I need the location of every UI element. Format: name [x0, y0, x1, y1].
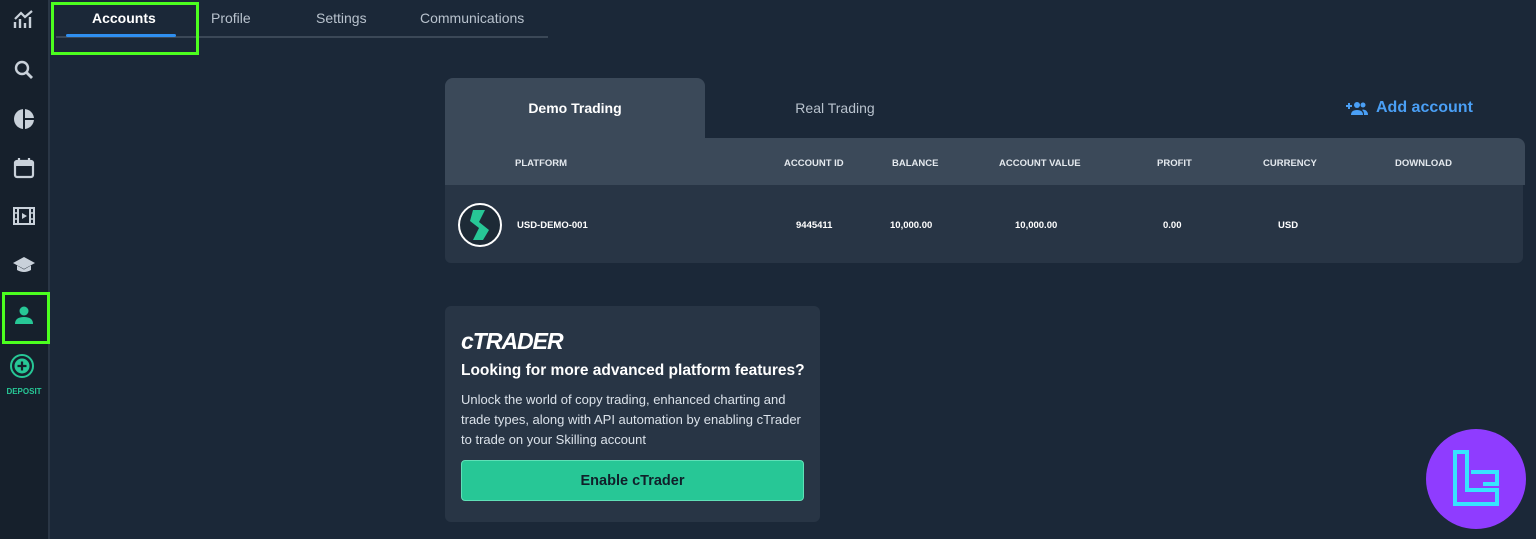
cell-account-id: 9445411: [796, 220, 833, 231]
search-icon[interactable]: [8, 54, 40, 86]
column-profit: PROFIT: [1157, 158, 1192, 169]
sidebar: DEPOSIT: [0, 0, 50, 539]
cell-profit: 0.00: [1163, 220, 1182, 231]
column-balance: BALANCE: [892, 158, 939, 169]
pie-chart-icon[interactable]: [8, 103, 40, 135]
column-download: DOWNLOAD: [1395, 158, 1452, 169]
watermark-logo: [1426, 429, 1526, 529]
real-trading-tab[interactable]: Real Trading: [705, 100, 965, 116]
add-users-icon: [1346, 102, 1368, 115]
plus-icon: [14, 358, 30, 374]
column-currency: CURRENCY: [1263, 158, 1317, 169]
film-icon[interactable]: [8, 200, 40, 232]
cell-platform: USD-DEMO-001: [517, 220, 588, 231]
cell-account-value: 10,000.00: [1015, 220, 1058, 231]
promo-description: Unlock the world of copy trading, enhanc…: [461, 392, 801, 447]
table-row[interactable]: USD-DEMO-001 9445411 10,000.00 10,000.00…: [445, 185, 1523, 263]
user-icon[interactable]: [8, 299, 40, 331]
demo-trading-tab[interactable]: Demo Trading: [445, 78, 705, 138]
accounts-table-header: PLATFORM ACCOUNT ID BALANCE ACCOUNT VALU…: [445, 138, 1525, 185]
tab-settings[interactable]: Settings: [316, 10, 367, 26]
column-account-value: ACCOUNT VALUE: [999, 158, 1081, 169]
cell-currency: USD: [1278, 220, 1299, 231]
deposit-button[interactable]: [10, 354, 34, 378]
tab-profile[interactable]: Profile: [211, 10, 251, 26]
ctrader-logo: cTRADER: [461, 328, 564, 354]
column-platform: PLATFORM: [515, 158, 568, 169]
demo-trading-label: Demo Trading: [528, 100, 622, 116]
tab-communications[interactable]: Communications: [420, 10, 524, 26]
tab-highlight-box: [51, 2, 199, 55]
ctrader-promo-card: cTRADER Looking for more advanced platfo…: [445, 306, 820, 522]
promo-title: Looking for more advanced platform featu…: [461, 362, 805, 379]
enable-ctrader-button[interactable]: Enable cTrader: [461, 460, 804, 501]
column-account-id: ACCOUNT ID: [784, 158, 844, 169]
add-account-button[interactable]: Add account: [1346, 99, 1473, 117]
deposit-label[interactable]: DEPOSIT: [0, 387, 48, 396]
cell-balance: 10,000.00: [890, 220, 933, 231]
graduation-cap-icon[interactable]: [8, 249, 40, 281]
add-account-label: Add account: [1376, 99, 1473, 116]
chart-trend-icon[interactable]: [8, 4, 40, 36]
calendar-icon[interactable]: [8, 152, 40, 184]
ctrader-platform-icon: [458, 203, 502, 247]
